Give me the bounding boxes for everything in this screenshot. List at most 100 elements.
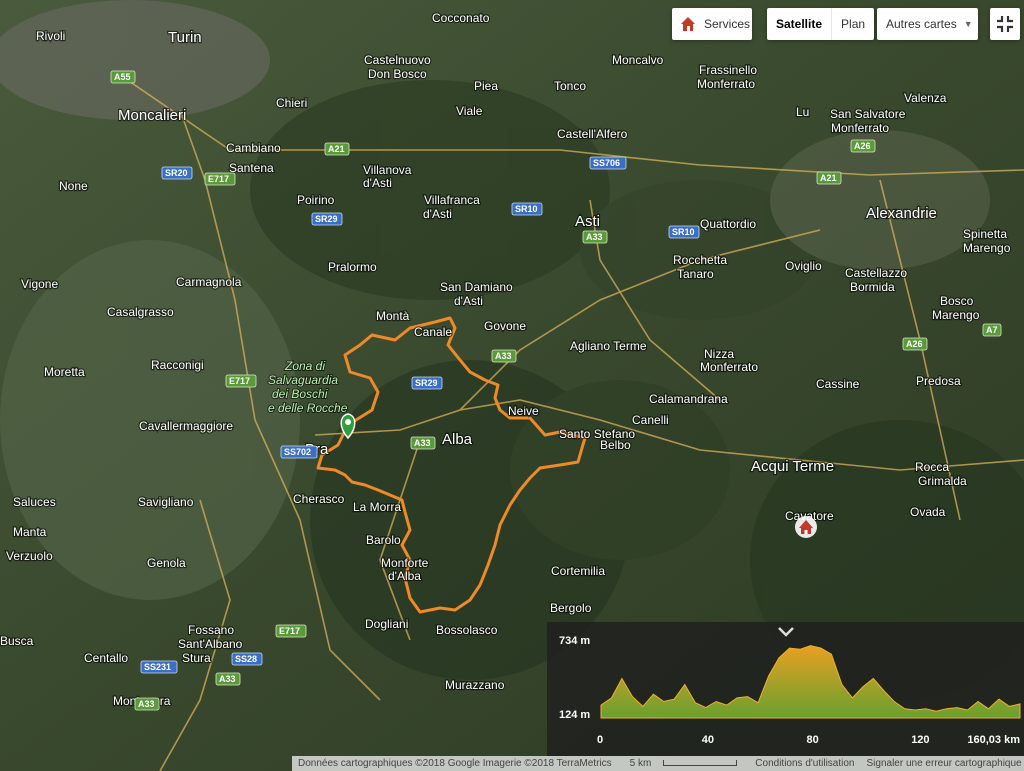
- place-label: Moncalieri: [118, 107, 186, 124]
- place-label: San Damiano: [440, 280, 513, 294]
- highway-shield: SS706: [589, 156, 627, 170]
- place-label: Rocca: [915, 460, 949, 474]
- svg-text:A21: A21: [820, 173, 837, 183]
- highway-shield: A26: [902, 337, 928, 351]
- place-label: Bergolo: [550, 601, 592, 615]
- place-label: Canelli: [632, 413, 669, 427]
- svg-text:A26: A26: [854, 141, 871, 151]
- place-label: Pralormo: [328, 260, 377, 274]
- place-label: d'Asti: [363, 176, 392, 190]
- place-label: Bormida: [850, 280, 895, 294]
- place-label: Cocconato: [432, 11, 490, 25]
- place-label: Asti: [575, 213, 600, 230]
- place-label: Ovada: [910, 505, 946, 519]
- place-label: Castelnuovo: [364, 53, 431, 67]
- place-label: Castellazzo: [845, 266, 907, 280]
- svg-text:SS231: SS231: [144, 662, 171, 672]
- elevation-profile-panel[interactable]: 734 m 124 m 0 40 80 120 160,03 km: [547, 622, 1024, 756]
- highway-shield: A33: [582, 230, 608, 244]
- scale-indicator: 5 km: [624, 758, 744, 769]
- elevation-chart: [600, 645, 1021, 719]
- place-label: Agliano Terme: [570, 339, 647, 353]
- satellite-button[interactable]: Satellite: [767, 8, 831, 40]
- svg-text:SR10: SR10: [515, 204, 538, 214]
- protected-area-text: dei Boschi: [272, 387, 328, 401]
- home-poi-icon[interactable]: [795, 516, 817, 538]
- place-label: Don Bosco: [368, 67, 427, 81]
- svg-text:A33: A33: [495, 351, 512, 361]
- svg-text:SR10: SR10: [672, 227, 695, 237]
- place-label: Sant'Albano: [178, 637, 243, 651]
- place-label: Villafranca: [424, 193, 480, 207]
- highway-shield: SR10: [511, 202, 543, 216]
- services-button[interactable]: Services: [672, 8, 752, 40]
- place-label: Grimalda: [918, 474, 967, 488]
- place-label: Poirino: [297, 193, 335, 207]
- place-label: Cambiano: [226, 141, 281, 155]
- place-label: Moretta: [44, 365, 85, 379]
- place-label: Cherasco: [293, 492, 345, 506]
- place-label: Saluces: [13, 495, 56, 509]
- svg-text:SR20: SR20: [165, 168, 188, 178]
- svg-text:SS706: SS706: [593, 158, 620, 168]
- place-label: Rocchetta: [673, 253, 727, 267]
- place-label: Montà: [376, 309, 410, 323]
- place-label: Oviglio: [785, 259, 822, 273]
- plan-button[interactable]: Plan: [832, 8, 874, 40]
- distance-tick-label: 120: [911, 734, 930, 746]
- report-error-link[interactable]: Signaler une erreur cartographique: [867, 758, 1022, 769]
- place-label: Chieri: [276, 96, 307, 110]
- place-label: Dogliani: [365, 617, 408, 631]
- protected-area-text: Salvaguardia: [268, 373, 338, 387]
- svg-text:A55: A55: [114, 72, 131, 82]
- highway-shield: E717: [204, 172, 236, 186]
- place-label: Monforte: [381, 556, 429, 570]
- place-label: Verzuolo: [6, 549, 53, 563]
- place-label: Tonco: [554, 79, 586, 93]
- highway-shield: SS702: [280, 445, 318, 459]
- place-label: Frassinello: [699, 63, 757, 77]
- place-label: Govone: [484, 319, 526, 333]
- highway-shield: SS28: [231, 652, 263, 666]
- place-label: Belbo: [600, 438, 631, 452]
- highway-shield: SR20: [161, 166, 193, 180]
- place-label: Marengo: [963, 241, 1011, 255]
- place-label: Murazzano: [445, 678, 505, 692]
- other-maps-dropdown[interactable]: Autres cartes ▼: [877, 8, 978, 40]
- svg-text:A33: A33: [586, 232, 603, 242]
- distance-tick-label: 80: [806, 734, 819, 746]
- place-label: Predosa: [916, 374, 961, 388]
- place-label: Tanaro: [677, 267, 714, 281]
- highway-shield: A33: [491, 349, 517, 363]
- highway-shield: A7: [982, 323, 1002, 337]
- highway-shield: A26: [850, 139, 876, 153]
- place-label: Cavallermaggiore: [139, 419, 233, 433]
- attribution-bar: Données cartographiques ©2018 Google Ima…: [292, 756, 1024, 771]
- highway-shield: A21: [324, 142, 350, 156]
- highway-shield: SR10: [668, 225, 700, 239]
- place-label: Busca: [0, 634, 34, 648]
- svg-text:A33: A33: [219, 674, 236, 684]
- place-label: Casalgrasso: [107, 305, 174, 319]
- highway-shield: A55: [110, 70, 136, 84]
- highway-shield: A33: [215, 672, 241, 686]
- scale-bar: [663, 760, 738, 767]
- place-label: Bossolasco: [436, 623, 498, 637]
- place-label: Bosco: [940, 294, 974, 308]
- elevation-area: [600, 645, 1021, 719]
- fullscreen-button[interactable]: [990, 8, 1020, 40]
- place-label: Monferrato: [831, 121, 889, 135]
- protected-area-text: Zona di: [284, 359, 325, 373]
- place-label: Rivoli: [36, 29, 65, 43]
- place-label: Lu: [796, 105, 809, 119]
- place-label: Santena: [229, 161, 274, 175]
- svg-text:SS702: SS702: [284, 447, 311, 457]
- terms-link[interactable]: Conditions d'utilisation: [755, 758, 854, 769]
- highway-shield: E717: [225, 374, 257, 388]
- protected-area-text: e delle Rocche: [268, 401, 348, 415]
- place-label: Stura: [182, 651, 211, 665]
- place-label: Castell'Alfero: [557, 127, 628, 141]
- place-label: Fossano: [188, 623, 234, 637]
- place-label: None: [59, 179, 88, 193]
- map-data-attribution: Données cartographiques ©2018 Google Ima…: [298, 758, 612, 769]
